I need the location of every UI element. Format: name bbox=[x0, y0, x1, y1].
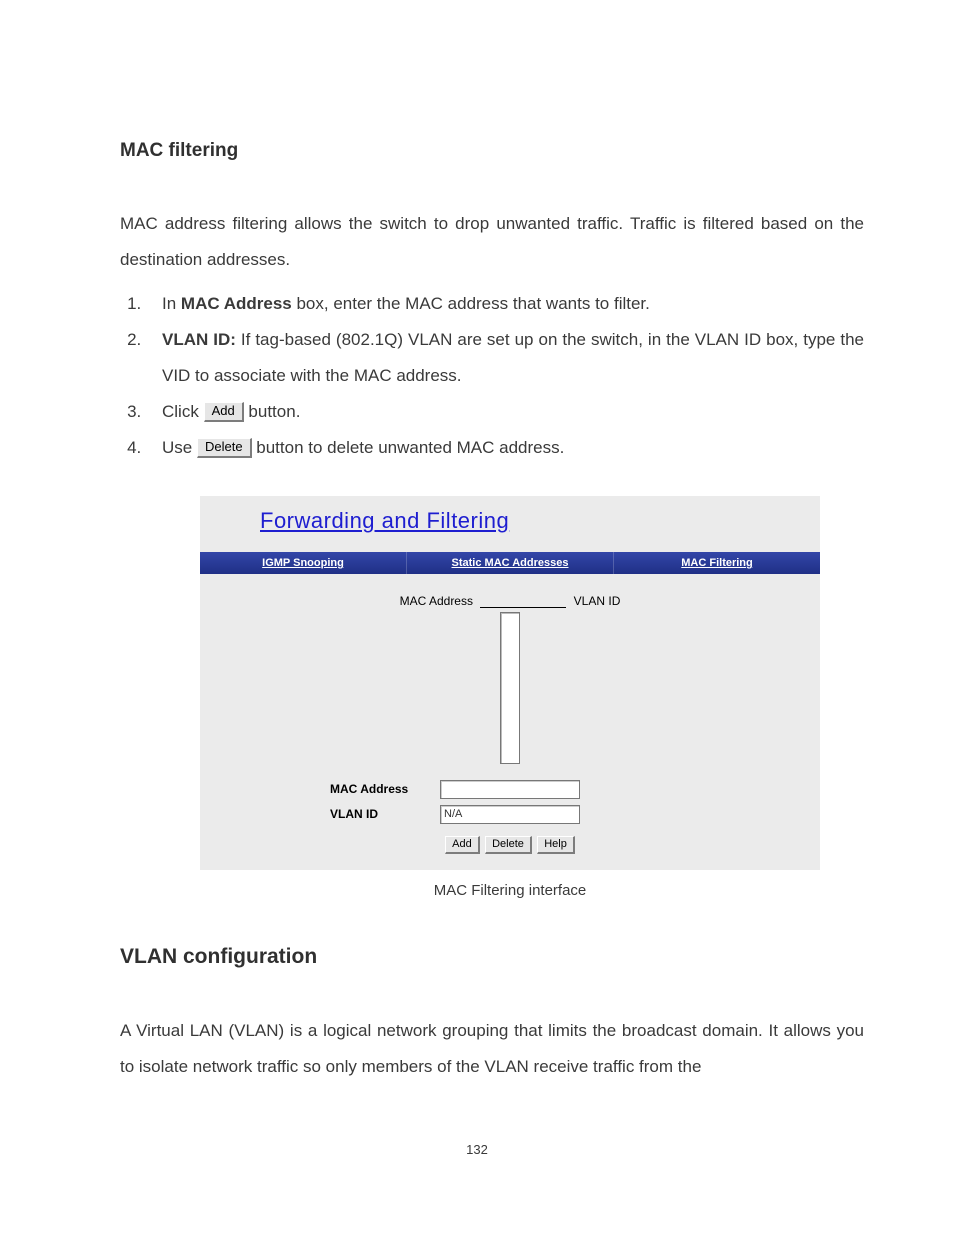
form-row-vlan: VLAN ID N/A bbox=[330, 805, 790, 824]
figure-caption: MAC Filtering interface bbox=[200, 882, 820, 899]
steps-list: In MAC Address box, enter the MAC addres… bbox=[120, 286, 864, 466]
step1-bold: MAC Address bbox=[181, 294, 292, 313]
page-number: 132 bbox=[0, 1142, 954, 1157]
step3-suffix: button. bbox=[244, 402, 301, 421]
step2-bold: VLAN ID: bbox=[162, 330, 236, 349]
delete-button-inline: Delete bbox=[197, 438, 252, 458]
list-header-mac: MAC Address bbox=[400, 594, 473, 608]
step-2: VLAN ID: If tag-based (802.1Q) VLAN are … bbox=[146, 322, 864, 394]
intro-paragraph: MAC address filtering allows the switch … bbox=[120, 206, 864, 278]
tab-igmp-snooping[interactable]: IGMP Snooping bbox=[200, 552, 407, 574]
tab-mac-filtering[interactable]: MAC Filtering bbox=[614, 552, 820, 574]
add-button-inline: Add bbox=[204, 402, 244, 422]
step-3: Click Add button. bbox=[146, 394, 864, 430]
step4-suffix: button to delete unwanted MAC address. bbox=[252, 438, 565, 457]
panel-title: Forwarding and Filtering bbox=[200, 496, 820, 552]
mac-listbox[interactable] bbox=[500, 612, 520, 764]
heading-vlan-configuration: VLAN configuration bbox=[120, 945, 864, 969]
step1-prefix: In bbox=[162, 294, 181, 313]
list-header: MAC Address VLAN ID bbox=[230, 594, 790, 608]
delete-button[interactable]: Delete bbox=[485, 836, 532, 854]
step4-prefix: Use bbox=[162, 438, 197, 457]
step-1: In MAC Address box, enter the MAC addres… bbox=[146, 286, 864, 322]
document-page: MAC filtering MAC address filtering allo… bbox=[0, 0, 954, 1235]
mac-address-input[interactable] bbox=[440, 780, 580, 799]
help-button[interactable]: Help bbox=[537, 836, 575, 854]
vlan-id-label: VLAN ID bbox=[330, 805, 440, 824]
list-header-vlan: VLAN ID bbox=[574, 594, 621, 608]
button-row: Add Delete Help bbox=[230, 830, 790, 856]
tab-static-mac[interactable]: Static MAC Addresses bbox=[407, 552, 614, 574]
mac-address-label: MAC Address bbox=[330, 780, 440, 799]
step2-rest: If tag-based (802.1Q) VLAN are set up on… bbox=[162, 330, 864, 385]
config-panel: Forwarding and Filtering IGMP Snooping S… bbox=[200, 496, 820, 870]
vlan-paragraph: A Virtual LAN (VLAN) is a logical networ… bbox=[120, 1013, 864, 1085]
step3-prefix: Click bbox=[162, 402, 204, 421]
figure-mac-filtering: Forwarding and Filtering IGMP Snooping S… bbox=[200, 496, 820, 899]
heading-mac-filtering: MAC filtering bbox=[120, 140, 864, 162]
step-4: Use Delete button to delete unwanted MAC… bbox=[146, 430, 864, 466]
vlan-id-input[interactable]: N/A bbox=[440, 805, 580, 824]
panel-body: MAC Address VLAN ID MAC Address VLAN ID … bbox=[200, 574, 820, 870]
tab-bar: IGMP Snooping Static MAC Addresses MAC F… bbox=[200, 552, 820, 574]
form-row-mac: MAC Address bbox=[330, 780, 790, 799]
add-button[interactable]: Add bbox=[445, 836, 480, 854]
step1-suffix: box, enter the MAC address that wants to… bbox=[292, 294, 650, 313]
list-header-underline bbox=[480, 607, 566, 608]
